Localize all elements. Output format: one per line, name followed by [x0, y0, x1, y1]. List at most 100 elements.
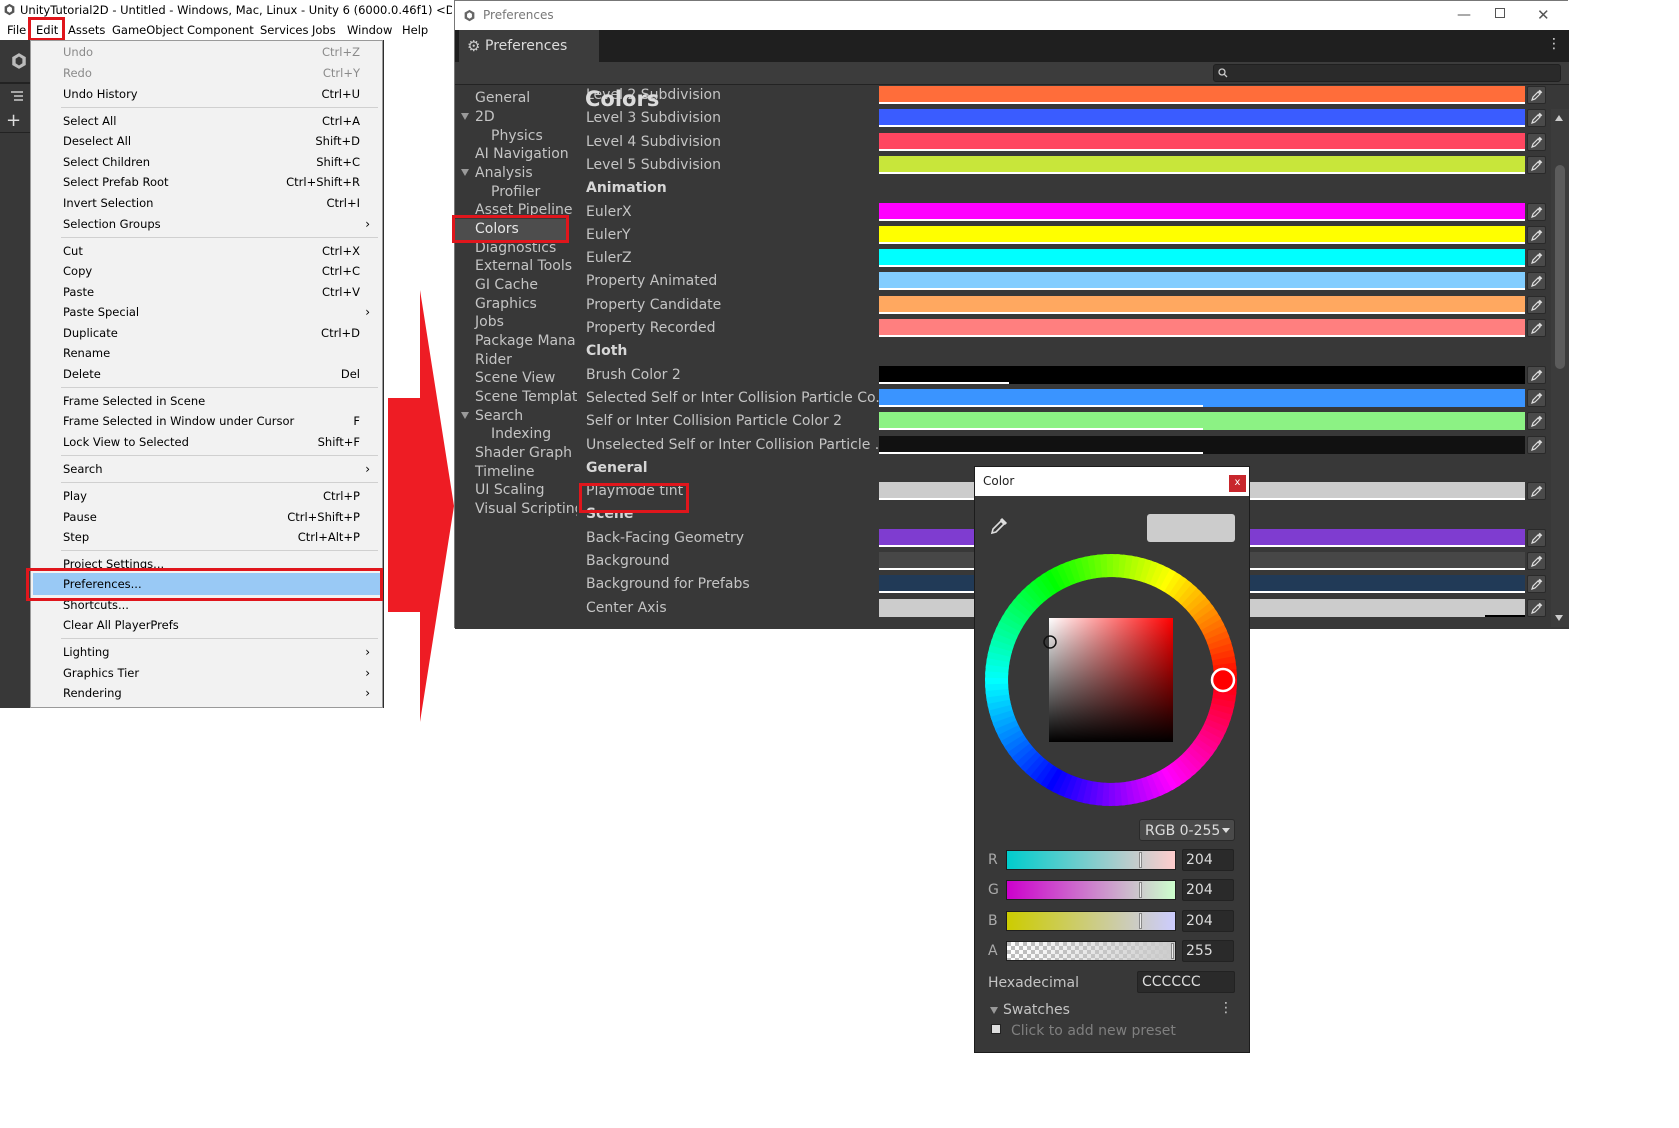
menu-item-lock-view[interactable]: Lock View to Selected [63, 432, 189, 452]
blue-slider-knob[interactable] [1139, 913, 1142, 929]
red-slider-knob[interactable] [1139, 852, 1142, 868]
hex-input[interactable]: CCCCCC [1137, 971, 1235, 993]
eyedropper-icon[interactable] [1527, 482, 1546, 500]
blue-slider[interactable] [1006, 911, 1176, 931]
eyedropper-icon[interactable] [1527, 389, 1546, 407]
menu-item-play[interactable]: Play [63, 486, 87, 506]
menu-component[interactable]: Component [187, 20, 254, 40]
menu-item-clear-playerprefs[interactable]: Clear All PlayerPrefs [63, 615, 179, 635]
swatches-more-icon[interactable]: ⋮ [1219, 1000, 1233, 1016]
menu-item-search[interactable]: Search [63, 459, 103, 479]
menu-item-undo-history[interactable]: Undo History [63, 84, 138, 104]
menu-item-rendering[interactable]: Rendering [63, 683, 122, 703]
eyedropper-icon[interactable] [1527, 599, 1546, 617]
eyedropper-icon[interactable] [1527, 436, 1546, 454]
menu-item-frame-selected-scene[interactable]: Frame Selected in Scene [63, 391, 205, 411]
menu-item-invert-selection[interactable]: Invert Selection [63, 193, 153, 213]
menu-item-paste[interactable]: Paste [63, 282, 94, 302]
eyedropper-icon[interactable] [1527, 226, 1546, 244]
eyedropper-icon[interactable] [1527, 296, 1546, 314]
color-field[interactable] [879, 133, 1525, 151]
eyedropper-icon[interactable] [1527, 366, 1546, 384]
menu-window[interactable]: Window [347, 20, 392, 40]
menu-item-delete[interactable]: Delete [63, 364, 101, 384]
color-field[interactable] [879, 249, 1525, 267]
menu-item-select-all[interactable]: Select All [63, 111, 116, 131]
menu-services[interactable]: Services [260, 20, 309, 40]
green-slider[interactable] [1006, 880, 1176, 900]
menu-item-select-prefab-root[interactable]: Select Prefab Root [63, 172, 169, 192]
add-preset-link[interactable]: Click to add new preset [1011, 1022, 1176, 1040]
color-field[interactable] [879, 412, 1525, 430]
menu-assets[interactable]: Assets [68, 20, 105, 40]
sidebar-item-jobs[interactable]: Jobs [475, 313, 504, 332]
scrollbar[interactable] [1551, 109, 1569, 627]
menu-item-frame-selected-window[interactable]: Frame Selected in Window under Cursor [63, 411, 294, 431]
alpha-slider[interactable] [1006, 941, 1176, 961]
eyedropper-icon[interactable] [1527, 272, 1546, 290]
eyedropper-icon[interactable] [1527, 552, 1546, 570]
menu-item-deselect-all[interactable]: Deselect All [63, 131, 131, 151]
sidebar-item-scene-template[interactable]: Scene Templat [475, 388, 577, 407]
blue-value-field[interactable]: 204 [1182, 910, 1234, 932]
alpha-slider-knob[interactable] [1171, 943, 1174, 959]
color-field[interactable] [879, 226, 1525, 244]
alpha-value-field[interactable]: 255 [1182, 940, 1234, 962]
menu-item-undo[interactable]: Undo [63, 42, 93, 62]
swatches-expand-icon[interactable] [990, 1007, 998, 1014]
eyedropper-icon[interactable] [1527, 133, 1546, 151]
close-icon[interactable]: ✕ [1537, 1, 1550, 30]
sidebar-item-2d[interactable]: 2D [475, 108, 495, 127]
menu-item-paste-special[interactable]: Paste Special [63, 302, 139, 322]
menu-item-cut[interactable]: Cut [63, 241, 83, 261]
eyedropper-icon[interactable] [1527, 156, 1546, 174]
color-field[interactable] [879, 203, 1525, 221]
eyedropper-icon[interactable] [1527, 529, 1546, 547]
sidebar-item-analysis[interactable]: Analysis [475, 164, 533, 183]
scroll-down-icon[interactable] [1555, 615, 1563, 621]
maximize-icon[interactable] [1495, 8, 1505, 18]
color-field[interactable] [879, 156, 1525, 174]
eyedropper-icon[interactable] [1527, 249, 1546, 267]
eyedropper-icon[interactable] [1527, 319, 1546, 337]
sidebar-item-ui-scaling[interactable]: UI Scaling [475, 481, 545, 500]
sidebar-item-rider[interactable]: Rider [475, 351, 512, 370]
sidebar-item-package-manager[interactable]: Package Mana [475, 332, 576, 351]
menu-gameobject[interactable]: GameObject [112, 20, 184, 40]
add-icon[interactable]: + [6, 112, 21, 130]
more-options-icon[interactable]: ⋮ [1547, 36, 1561, 52]
scroll-thumb[interactable] [1555, 165, 1565, 369]
menu-item-redo[interactable]: Redo [63, 63, 92, 83]
color-field[interactable] [879, 109, 1525, 127]
eyedropper-icon[interactable] [1527, 109, 1546, 127]
menu-item-duplicate[interactable]: Duplicate [63, 323, 118, 343]
eyedropper-icon[interactable] [1527, 412, 1546, 430]
expand-arrow-icon[interactable] [461, 412, 469, 419]
menu-item-graphics-tier[interactable]: Graphics Tier [63, 663, 139, 683]
menu-item-pause[interactable]: Pause [63, 507, 97, 527]
hue-handle[interactable] [1210, 667, 1236, 693]
color-mode-dropdown[interactable]: RGB 0-255 [1139, 819, 1235, 841]
color-field[interactable] [879, 436, 1525, 454]
sidebar-item-profiler[interactable]: Profiler [491, 183, 540, 202]
expand-arrow-icon[interactable] [461, 169, 469, 176]
red-value-field[interactable]: 204 [1182, 849, 1234, 871]
color-field[interactable] [879, 296, 1525, 314]
sidebar-item-shader-graph[interactable]: Shader Graph [475, 444, 572, 463]
menu-item-lighting[interactable]: Lighting [63, 642, 109, 662]
menu-help[interactable]: Help [402, 20, 428, 40]
sidebar-item-timeline[interactable]: Timeline [475, 463, 535, 482]
search-input[interactable] [1213, 64, 1561, 82]
menu-item-rename[interactable]: Rename [63, 343, 110, 363]
menu-item-select-children[interactable]: Select Children [63, 152, 150, 172]
sidebar-item-general[interactable]: General [475, 89, 530, 108]
sidebar-item-scene-view[interactable]: Scene View [475, 369, 555, 388]
color-field[interactable] [879, 389, 1525, 407]
color-field[interactable] [879, 272, 1525, 290]
menu-item-copy[interactable]: Copy [63, 261, 92, 281]
menu-jobs[interactable]: Jobs [312, 20, 336, 40]
green-value-field[interactable]: 204 [1182, 879, 1234, 901]
eyedropper-icon[interactable] [1527, 575, 1546, 593]
sidebar-item-gi-cache[interactable]: GI Cache [475, 276, 538, 295]
sidebar-item-ai-navigation[interactable]: AI Navigation [475, 145, 569, 164]
